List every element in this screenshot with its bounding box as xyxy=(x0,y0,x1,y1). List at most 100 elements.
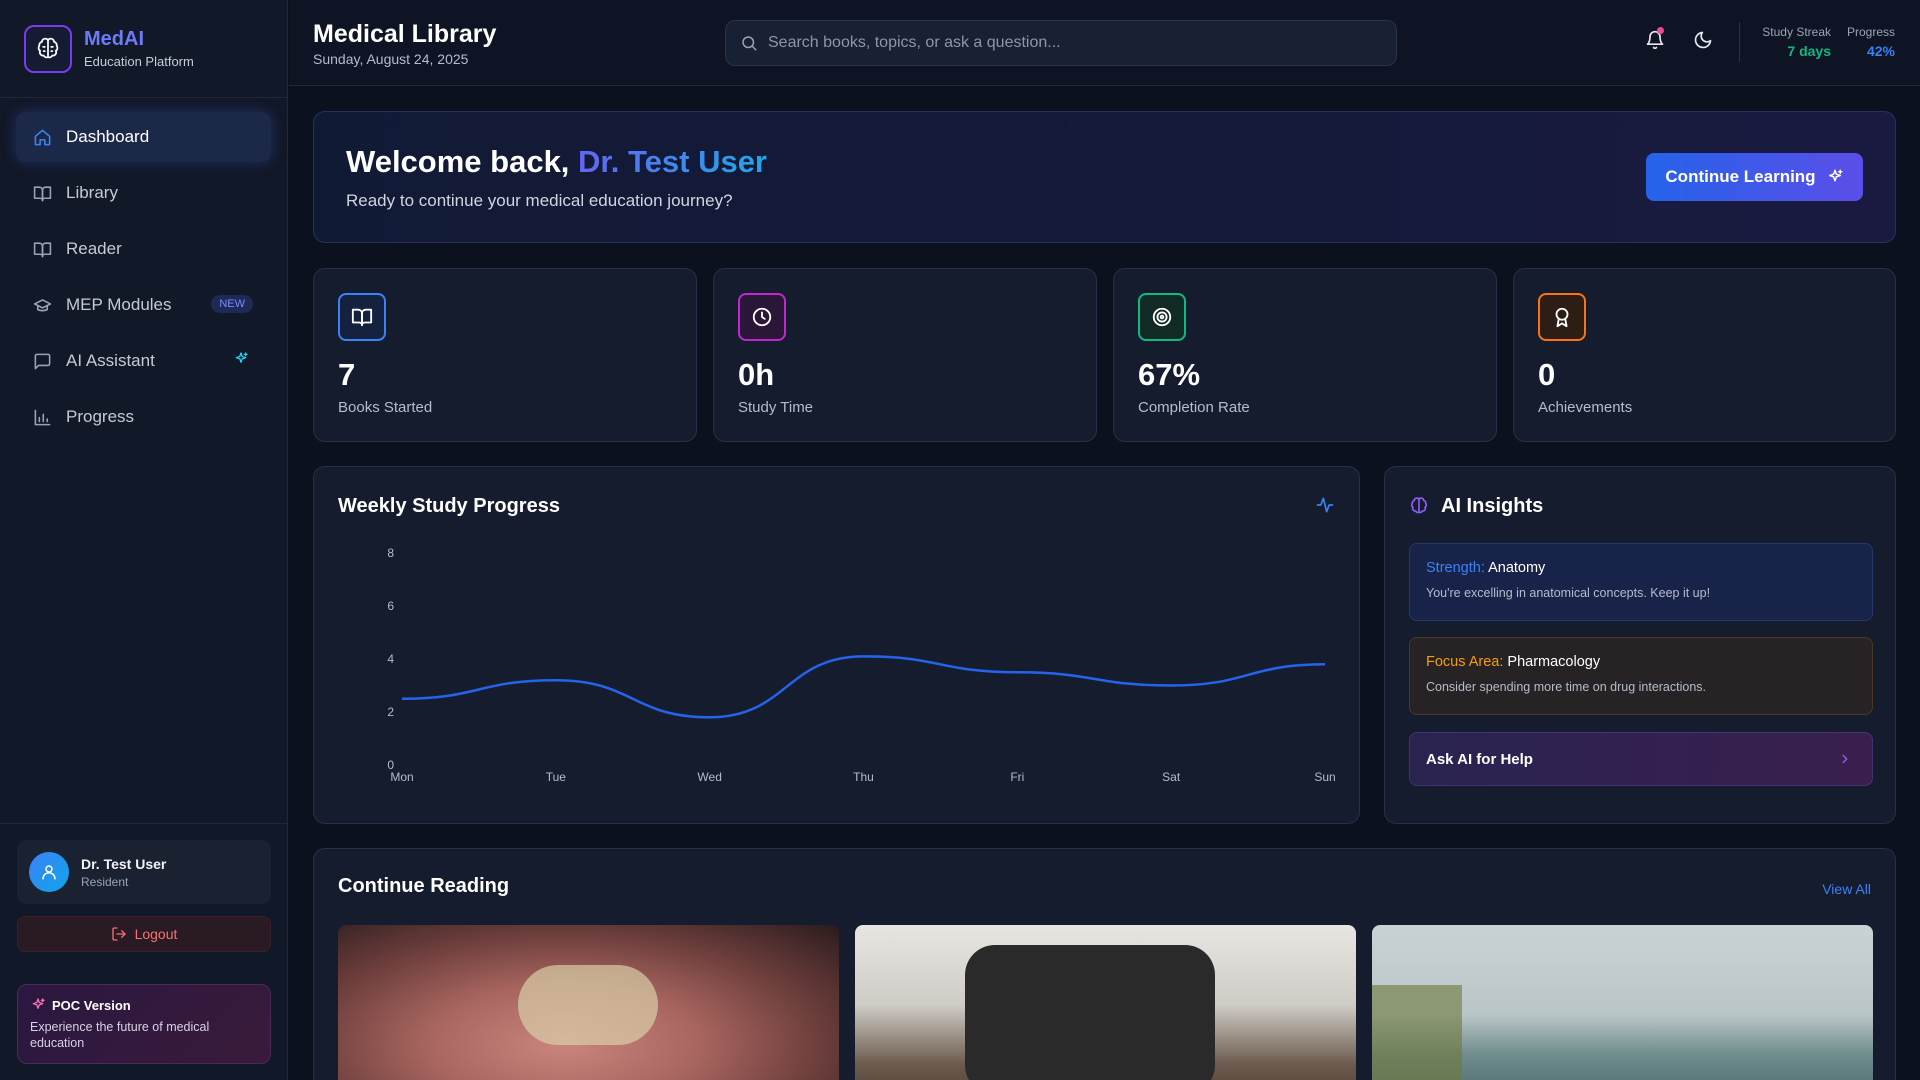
x-tick-label: Tue xyxy=(546,770,567,784)
brain-logo-icon xyxy=(24,24,72,73)
sidebar-item-reader[interactable]: Reader xyxy=(16,224,271,274)
insight-strength: Strength: Anatomy You're excelling in an… xyxy=(1409,543,1873,621)
user-name: Dr. Test User xyxy=(81,855,167,872)
strength-topic: Anatomy xyxy=(1488,560,1546,576)
logout-icon xyxy=(111,927,126,941)
stat-value: 0 xyxy=(1538,357,1556,392)
book-cover-art xyxy=(518,965,658,1045)
welcome-heading: Welcome back, Dr. Test User xyxy=(346,144,767,180)
poc-banner: POC Version Experience the future of med… xyxy=(17,984,271,1064)
x-tick-label: Wed xyxy=(697,770,721,784)
sparkles-icon xyxy=(233,351,249,372)
book-card[interactable] xyxy=(1372,925,1873,1080)
y-tick-label: 4 xyxy=(387,652,394,666)
notification-dot xyxy=(1657,27,1664,34)
y-tick-label: 6 xyxy=(387,599,394,613)
sidebar-item-ai-assistant[interactable]: AI Assistant xyxy=(16,336,271,386)
book-cover-art xyxy=(965,945,1215,1080)
sidebar-nav: Dashboard Library Reader MEP Modules NEW xyxy=(0,98,287,442)
stat-card-study-time: 0h Study Time xyxy=(713,268,1097,442)
study-streak: Study Streak 7 days xyxy=(1755,25,1831,59)
sidebar-item-label: Progress xyxy=(66,407,135,426)
top-header: Medical Library Sunday, August 24, 2025 … xyxy=(289,0,1920,86)
home-icon xyxy=(32,127,52,147)
continue-reading-title: Continue Reading xyxy=(338,875,510,897)
moon-icon[interactable] xyxy=(1693,30,1713,55)
header-divider xyxy=(1739,22,1740,62)
brain-icon xyxy=(1409,496,1429,521)
graduation-cap-icon xyxy=(32,295,52,315)
stat-value: 0h xyxy=(738,357,775,392)
bell-icon[interactable] xyxy=(1645,27,1665,55)
focus-label: Focus Area: xyxy=(1426,654,1504,670)
welcome-banner: Welcome back, Dr. Test User Ready to con… xyxy=(313,111,1896,243)
stat-card-completion: 67% Completion Rate xyxy=(1113,268,1497,442)
chevron-right-icon xyxy=(1842,754,1848,764)
logout-label: Logout xyxy=(134,926,178,942)
page-title: Medical Library xyxy=(313,20,497,48)
sidebar-item-label: Dashboard xyxy=(66,127,150,146)
book-cover-art xyxy=(1372,985,1462,1080)
brand-name: MedAI xyxy=(84,28,144,50)
continue-reading-card: Continue Reading View All xyxy=(313,848,1896,1080)
avatar xyxy=(29,852,69,892)
x-tick-label: Sat xyxy=(1162,770,1181,784)
sidebar-item-label: MEP Modules xyxy=(66,295,172,314)
x-tick-label: Fri xyxy=(1010,770,1024,784)
ask-ai-label: Ask AI for Help xyxy=(1426,750,1533,768)
stat-label: Achievements xyxy=(1538,399,1633,416)
book-open-icon xyxy=(32,183,52,203)
focus-text: Consider spending more time on drug inte… xyxy=(1426,680,1707,694)
ai-insights-card: AI Insights Strength: Anatomy You're exc… xyxy=(1384,466,1896,824)
sidebar-item-mep-modules[interactable]: MEP Modules NEW xyxy=(16,280,271,330)
sidebar-item-label: AI Assistant xyxy=(66,351,155,370)
book-open-icon xyxy=(32,239,52,259)
search-bar[interactable] xyxy=(725,20,1397,66)
book-card[interactable] xyxy=(855,925,1356,1080)
stat-card-achievements: 0 Achievements xyxy=(1513,268,1896,442)
welcome-greeting: Welcome back, xyxy=(346,144,570,179)
book-icon xyxy=(338,293,386,341)
book-card[interactable] xyxy=(338,925,839,1080)
sidebar-item-progress[interactable]: Progress xyxy=(16,392,271,442)
page-date: Sunday, August 24, 2025 xyxy=(313,51,469,67)
search-icon xyxy=(742,36,757,51)
poc-title: POC Version xyxy=(52,997,131,1013)
stat-value: 7 xyxy=(338,357,356,392)
sidebar-footer: Dr. Test User Resident Logout POC Versio… xyxy=(0,823,288,1080)
sidebar-item-label: Reader xyxy=(66,239,122,258)
brand[interactable]: MedAI Education Platform xyxy=(0,0,287,98)
poc-text: Experience the future of medical educati… xyxy=(30,1020,210,1050)
weekly-progress-chart: 02468Mon Tue Wed Thu Fri Sat Sun xyxy=(387,546,1335,784)
ask-ai-button[interactable]: Ask AI for Help xyxy=(1409,732,1873,786)
continue-learning-button[interactable]: Continue Learning xyxy=(1646,153,1863,201)
sparkles-icon xyxy=(32,998,45,1009)
sidebar-item-library[interactable]: Library xyxy=(16,168,271,218)
progress-value: 42% xyxy=(1866,43,1895,59)
clock-icon xyxy=(738,293,786,341)
search-input[interactable] xyxy=(768,34,1368,52)
study-streak-value: 7 days xyxy=(1787,43,1831,59)
progress-summary: Progress 42% xyxy=(1843,25,1895,59)
ai-insights-title: AI Insights xyxy=(1441,495,1544,517)
strength-text: You're excelling in anatomical concepts.… xyxy=(1426,586,1711,600)
stat-value: 67% xyxy=(1138,357,1201,392)
y-tick-label: 2 xyxy=(387,705,394,719)
welcome-user-name: Dr. Test User xyxy=(578,144,767,179)
welcome-subtitle: Ready to continue your medical education… xyxy=(346,191,733,210)
progress-label: Progress xyxy=(1846,25,1895,39)
logout-button[interactable]: Logout xyxy=(17,916,271,952)
stat-label: Books Started xyxy=(338,399,433,416)
sidebar: MedAI Education Platform Dashboard Libra… xyxy=(0,0,288,1080)
user-card[interactable]: Dr. Test User Resident xyxy=(17,840,271,904)
sparkles-icon xyxy=(1828,169,1843,182)
sidebar-item-dashboard[interactable]: Dashboard xyxy=(16,112,271,162)
view-all-link[interactable]: View All xyxy=(1822,881,1871,897)
y-tick-label: 8 xyxy=(387,546,394,560)
x-tick-label: Thu xyxy=(853,770,874,784)
strength-label: Strength: xyxy=(1426,560,1485,576)
focus-topic: Pharmacology xyxy=(1507,654,1601,670)
message-icon xyxy=(32,351,52,371)
award-icon xyxy=(1538,293,1586,341)
stat-label: Study Time xyxy=(738,399,814,416)
